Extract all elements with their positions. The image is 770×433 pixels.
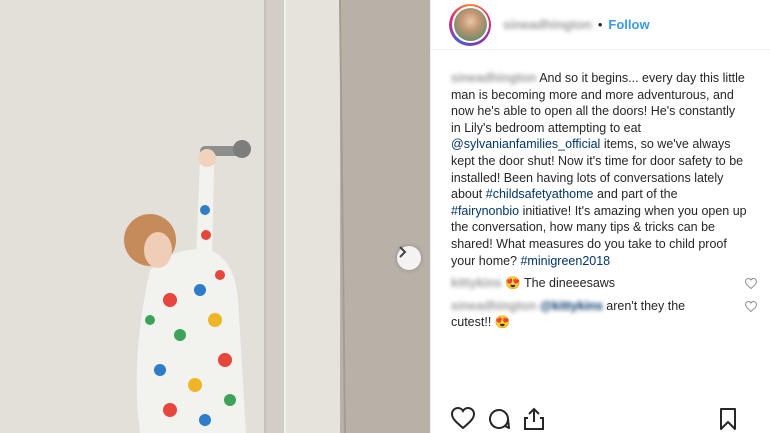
share-icon[interactable] — [523, 407, 545, 433]
caption-mention[interactable]: @sylvanianfamilies_official — [451, 137, 600, 151]
comment-emoji: 😍 — [494, 315, 511, 330]
comment-icon[interactable] — [487, 407, 511, 433]
comment-mention[interactable]: @kittykins — [540, 299, 603, 313]
photo-illustration — [0, 0, 430, 433]
caption-hashtag[interactable]: #fairynonbio — [451, 204, 519, 218]
post-caption: sineadhington And so it begins... every … — [451, 70, 747, 269]
comment-emoji: 😍 — [505, 276, 521, 291]
comment-text: The dineeesaws — [520, 276, 616, 291]
post-actions-bar — [431, 403, 770, 433]
caption-hashtag[interactable]: #minigreen2018 — [520, 254, 610, 268]
bookmark-icon[interactable] — [719, 407, 737, 433]
header-username[interactable]: sineadhington — [503, 17, 592, 32]
comment-item: kittykins 😍 The dineeesaws — [451, 275, 758, 292]
post-side-panel: sineadhington • Follow sineadhington And… — [430, 0, 770, 433]
caption-username[interactable]: sineadhington — [451, 71, 536, 85]
header-separator: • — [597, 17, 603, 32]
comments-section: sineadhington And so it begins... every … — [431, 50, 770, 331]
caption-hashtag[interactable]: #childsafetyathome — [486, 187, 594, 201]
comment-like-heart-icon[interactable] — [744, 277, 758, 294]
comment-like-heart-icon[interactable] — [744, 300, 758, 317]
comment-item: sineadhington @kittykins aren't they the… — [451, 298, 758, 331]
heart-icon[interactable] — [450, 406, 476, 433]
next-image-button[interactable] — [397, 246, 421, 270]
post-photo[interactable] — [0, 0, 430, 433]
avatar[interactable] — [449, 3, 491, 46]
follow-button[interactable]: Follow — [608, 17, 649, 32]
post-header: sineadhington • Follow — [431, 0, 770, 50]
comment-username[interactable]: sineadhington — [451, 299, 536, 313]
caption-text: and part of the — [593, 187, 678, 202]
comment-username[interactable]: kittykins — [451, 276, 502, 290]
